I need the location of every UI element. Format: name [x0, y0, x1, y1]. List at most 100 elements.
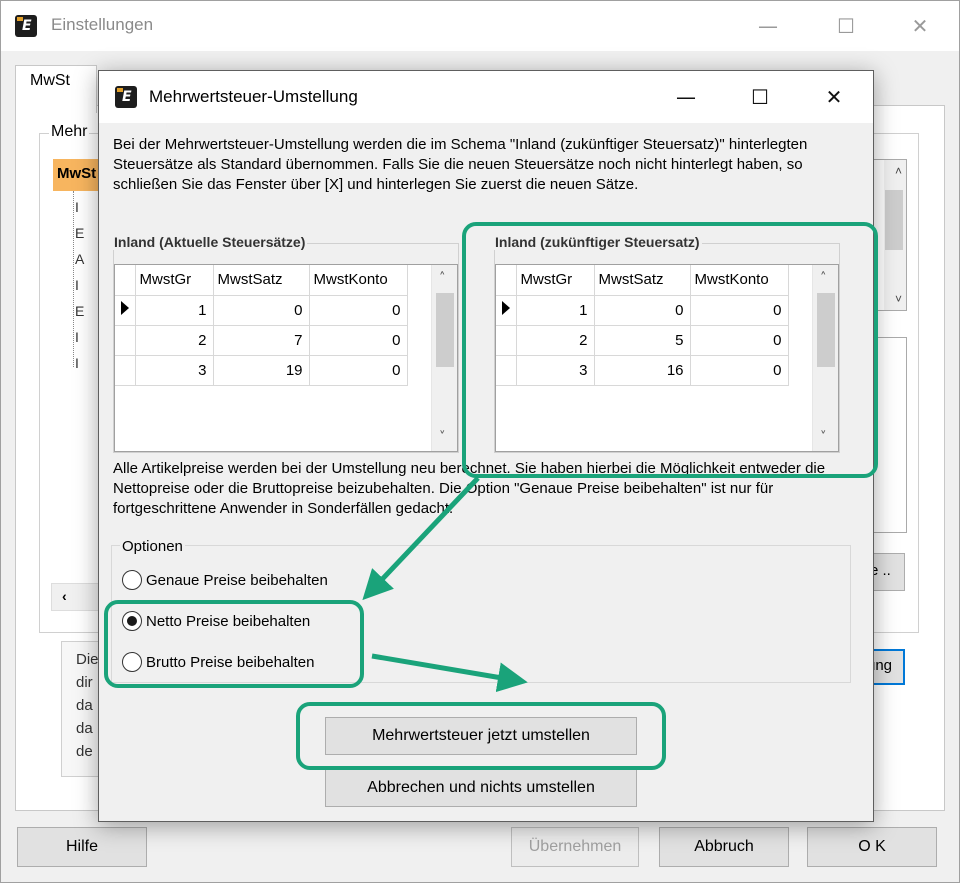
option-label[interactable]: Netto Preise beibehalten — [146, 613, 310, 630]
table-cell[interactable]: 1 — [516, 295, 595, 326]
row-pointer-cell — [496, 295, 517, 326]
table-cell[interactable]: 2 — [516, 325, 595, 356]
option-label[interactable]: Brutto Preise beibehalten — [146, 654, 314, 671]
table-cell[interactable]: 0 — [690, 355, 789, 386]
row-pointer-icon — [501, 301, 510, 315]
table-cell[interactable]: 1 — [135, 295, 214, 326]
options-group: Optionen Genaue Preise beibehalten Netto… — [111, 538, 851, 683]
row-indicator-cell — [115, 325, 136, 356]
option-label[interactable]: Genaue Preise beibehalten — [146, 572, 328, 589]
tree-item[interactable]: I — [75, 355, 79, 371]
minimize-icon[interactable]: — — [663, 81, 709, 113]
close-icon[interactable]: ✕ — [811, 81, 857, 113]
close-icon[interactable]: ✕ — [897, 9, 943, 43]
app-logo-icon — [115, 86, 137, 108]
table-row[interactable]: 1 0 0 — [115, 295, 408, 326]
row-indicator-cell — [496, 355, 517, 386]
future-grid-scrollbar[interactable]: ˄ ˅ — [812, 265, 838, 451]
settings-window-title: Einstellungen — [51, 15, 154, 34]
radio-button-checked[interactable] — [122, 611, 142, 631]
table-row[interactable]: 3 19 0 — [115, 355, 408, 386]
table-cell[interactable]: 5 — [594, 325, 691, 356]
maximize-icon[interactable]: ☐ — [737, 81, 783, 113]
tree-connector-line — [73, 191, 74, 367]
row-indicator-header — [496, 265, 517, 296]
tree-item[interactable]: E — [75, 225, 84, 241]
column-header[interactable]: MwstKonto — [690, 265, 789, 296]
table-row[interactable]: 1 0 0 — [496, 295, 789, 326]
column-header[interactable]: MwstSatz — [213, 265, 310, 296]
table-row[interactable]: 2 7 0 — [115, 325, 408, 356]
radio-button[interactable] — [122, 652, 142, 672]
table-row[interactable]: 3 16 0 — [496, 355, 789, 386]
radio-button[interactable] — [122, 570, 142, 590]
chevron-down-icon[interactable]: ˅ — [895, 292, 902, 306]
table-cell[interactable]: 0 — [690, 295, 789, 326]
table-cell[interactable]: 0 — [690, 325, 789, 356]
table-cell[interactable]: 3 — [135, 355, 214, 386]
settings-titlebar: Einstellungen — ☐ ✕ — [1, 1, 959, 51]
future-rates-caption: Inland (zukünftiger Steuersatz) — [493, 234, 702, 250]
abort-button[interactable]: Abbrechen und nichts umstellen — [325, 769, 637, 807]
row-pointer-icon — [120, 301, 129, 315]
vat-conversion-dialog: Mehrwertsteuer-Umstellung — ☐ ✕ Bei der … — [98, 70, 874, 822]
help-button[interactable]: Hilfe — [17, 827, 147, 867]
minimize-icon[interactable]: — — [745, 9, 791, 43]
maximize-icon[interactable]: ☐ — [823, 9, 869, 43]
row-pointer-cell — [115, 295, 136, 326]
scroll-thumb[interactable] — [817, 293, 835, 367]
option-net-prices[interactable]: Netto Preise beibehalten — [122, 611, 310, 631]
scroll-thumb[interactable] — [885, 190, 903, 250]
recalculation-info-text: Alle Artikelpreise werden bei der Umstel… — [113, 460, 826, 517]
table-cell[interactable]: 0 — [594, 295, 691, 326]
column-header[interactable]: MwstSatz — [594, 265, 691, 296]
chevron-down-icon[interactable]: ˅ — [439, 430, 446, 445]
chevron-up-icon[interactable]: ˄ — [895, 164, 902, 178]
current-rates-grid[interactable]: MwstGr MwstSatz MwstKonto 1 0 0 2 7 0 3 … — [114, 264, 458, 452]
table-cell[interactable]: 0 — [309, 355, 408, 386]
tree-item[interactable]: I — [75, 277, 79, 293]
dialog-title: Mehrwertsteuer-Umstellung — [149, 87, 358, 106]
column-header[interactable]: MwstGr — [135, 265, 214, 296]
table-cell[interactable]: 0 — [309, 325, 408, 356]
app-logo-icon — [15, 15, 37, 37]
scroll-thumb[interactable] — [436, 293, 454, 367]
table-cell[interactable]: 7 — [213, 325, 310, 356]
current-rates-group: Inland (Aktuelle Steuersätze) MwstGr Mws… — [112, 234, 459, 453]
future-rates-grid[interactable]: MwstGr MwstSatz MwstKonto 1 0 0 2 5 0 3 … — [495, 264, 839, 452]
table-cell[interactable]: 0 — [309, 295, 408, 326]
option-gross-prices[interactable]: Brutto Preise beibehalten — [122, 652, 314, 672]
table-header-row: MwstGr MwstSatz MwstKonto — [496, 265, 789, 296]
apply-button[interactable]: Übernehmen — [511, 827, 639, 867]
chevron-down-icon[interactable]: ˅ — [820, 430, 827, 445]
options-caption: Optionen — [120, 538, 185, 555]
tree-item[interactable]: I — [75, 199, 79, 215]
column-header[interactable]: MwstKonto — [309, 265, 408, 296]
tab-mwst[interactable]: MwSt — [15, 65, 97, 113]
table-cell[interactable]: 3 — [516, 355, 595, 386]
row-indicator-header — [115, 265, 136, 296]
row-indicator-cell — [115, 355, 136, 386]
column-header[interactable]: MwstGr — [516, 265, 595, 296]
chevron-up-icon[interactable]: ˄ — [439, 271, 446, 286]
chevron-up-icon[interactable]: ˄ — [820, 271, 827, 286]
table-cell[interactable]: 16 — [594, 355, 691, 386]
background-list-scrollbar[interactable]: ˄ ˅ — [884, 160, 906, 310]
cancel-button[interactable]: Abbruch — [659, 827, 789, 867]
table-cell[interactable]: 0 — [213, 295, 310, 326]
convert-vat-now-button[interactable]: Mehrwertsteuer jetzt umstellen — [325, 717, 637, 755]
tree-item[interactable]: A — [75, 251, 84, 267]
intro-text: Bei der Mehrwertsteuer-Umstellung werden… — [113, 136, 808, 193]
future-rates-group: Inland (zukünftiger Steuersatz) MwstGr M… — [493, 234, 840, 453]
table-row[interactable]: 2 5 0 — [496, 325, 789, 356]
tree-item[interactable]: I — [75, 329, 79, 345]
current-grid-scrollbar[interactable]: ˄ ˅ — [431, 265, 457, 451]
option-exact-prices[interactable]: Genaue Preise beibehalten — [122, 570, 328, 590]
background-group-label: Mehr — [49, 123, 90, 141]
tree-item[interactable]: E — [75, 303, 84, 319]
table-header-row: MwstGr MwstSatz MwstKonto — [115, 265, 408, 296]
row-indicator-cell — [496, 325, 517, 356]
table-cell[interactable]: 19 — [213, 355, 310, 386]
ok-button[interactable]: O K — [807, 827, 937, 867]
table-cell[interactable]: 2 — [135, 325, 214, 356]
